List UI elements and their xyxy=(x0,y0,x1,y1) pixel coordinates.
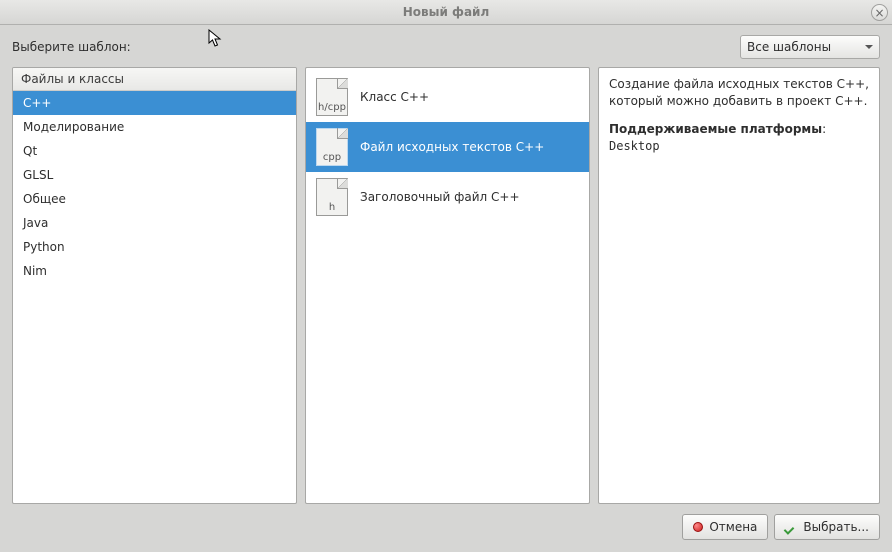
cancel-icon xyxy=(693,522,703,532)
template-label: Файл исходных текстов C++ xyxy=(360,140,544,154)
chevron-down-icon xyxy=(865,45,873,49)
cancel-button[interactable]: Отмена xyxy=(682,514,768,540)
description-text: Создание файла исходных текстов C++, кот… xyxy=(609,76,869,111)
file-ext-label: h/cpp xyxy=(316,102,348,113)
button-row: Отмена Выбрать... xyxy=(12,514,880,540)
template-item-cpp-class[interactable]: h/cpp Класс C++ xyxy=(306,72,589,122)
category-list: C++ Моделирование Qt GLSL Общее Java Pyt… xyxy=(13,91,296,283)
category-item-cpp[interactable]: C++ xyxy=(13,91,296,115)
category-panel: Файлы и классы C++ Моделирование Qt GLSL… xyxy=(12,67,297,504)
file-icon: h xyxy=(316,178,348,216)
choose-button[interactable]: Выбрать... xyxy=(774,514,880,540)
category-item-modeling[interactable]: Моделирование xyxy=(13,115,296,139)
category-item-java[interactable]: Java xyxy=(13,211,296,235)
file-ext-label: cpp xyxy=(316,152,348,163)
description-panel: Создание файла исходных текстов C++, кот… xyxy=(598,67,880,504)
dialog-content: Выберите шаблон: Все шаблоны Файлы и кла… xyxy=(0,25,892,552)
prompt-label: Выберите шаблон: xyxy=(12,40,131,54)
filter-dropdown[interactable]: Все шаблоны xyxy=(740,35,880,59)
window-title: Новый файл xyxy=(403,5,490,19)
supported-label: Поддерживаемые платформы xyxy=(609,122,822,136)
cancel-label: Отмена xyxy=(709,520,757,534)
file-ext-label: h xyxy=(316,202,348,213)
category-item-python[interactable]: Python xyxy=(13,235,296,259)
template-item-cpp-source[interactable]: cpp Файл исходных текстов C++ xyxy=(306,122,589,172)
category-item-qt[interactable]: Qt xyxy=(13,139,296,163)
description-content: Создание файла исходных текстов C++, кот… xyxy=(599,68,879,164)
check-icon xyxy=(785,521,797,533)
close-button[interactable] xyxy=(871,4,888,21)
category-item-general[interactable]: Общее xyxy=(13,187,296,211)
template-label: Класс C++ xyxy=(360,90,429,104)
category-item-nim[interactable]: Nim xyxy=(13,259,296,283)
file-icon: h/cpp xyxy=(316,78,348,116)
template-list: h/cpp Класс C++ cpp Файл исходных тексто… xyxy=(306,68,589,226)
supported-platforms: Поддерживаемые платформы: Desktop xyxy=(609,121,869,156)
file-icon: cpp xyxy=(316,128,348,166)
top-row: Выберите шаблон: Все шаблоны xyxy=(12,35,880,59)
category-item-glsl[interactable]: GLSL xyxy=(13,163,296,187)
titlebar: Новый файл xyxy=(0,0,892,25)
category-header: Файлы и классы xyxy=(13,68,296,91)
columns: Файлы и классы C++ Моделирование Qt GLSL… xyxy=(12,67,880,504)
supported-value: Desktop xyxy=(609,139,660,153)
template-item-cpp-header[interactable]: h Заголовочный файл C++ xyxy=(306,172,589,222)
filter-dropdown-label: Все шаблоны xyxy=(747,40,831,54)
template-label: Заголовочный файл C++ xyxy=(360,190,520,204)
choose-label: Выбрать... xyxy=(803,520,869,534)
template-panel: h/cpp Класс C++ cpp Файл исходных тексто… xyxy=(305,67,590,504)
